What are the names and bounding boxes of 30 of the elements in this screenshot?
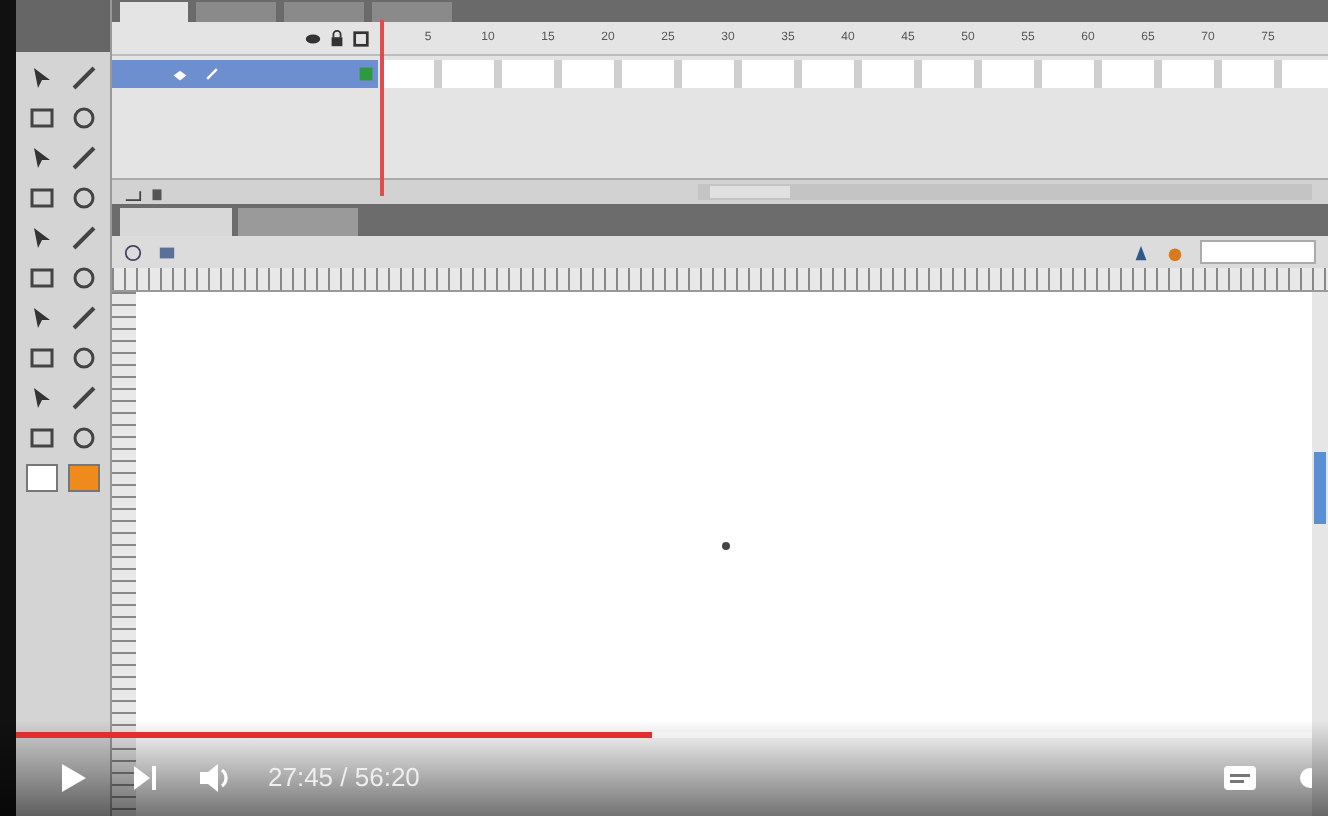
pencil-icon [204,66,220,82]
tool-icon[interactable] [28,344,57,372]
scrollbar[interactable] [1312,292,1328,816]
tool-icon[interactable] [69,304,98,332]
eye-icon[interactable] [304,29,322,47]
tool-icon[interactable] [28,424,57,452]
registration-point [722,542,730,550]
outline-icon[interactable] [352,29,370,47]
tool-icon[interactable] [69,104,98,132]
tool-icon[interactable] [69,184,98,212]
tool-icon[interactable] [69,144,98,172]
video-time: 27:45 / 56:20 [268,762,420,792]
tool-icon[interactable] [28,104,57,132]
tool-icon[interactable] [28,264,57,292]
lock-icon[interactable] [328,29,346,47]
scrollbar[interactable] [698,184,1312,200]
tool-icon[interactable] [28,184,57,212]
tool-icon[interactable] [69,264,98,292]
tool-icon[interactable] [69,224,98,252]
progress-bar[interactable] [16,732,1312,738]
trash-icon[interactable] [148,183,166,201]
fill-color-swatch[interactable] [67,464,100,492]
layer-color-icon [358,66,374,82]
layer-icon [172,66,188,82]
tool-icon[interactable] [69,424,98,452]
tool-icon[interactable] [69,344,98,372]
stroke-color-swatch[interactable] [26,464,59,492]
tool-icon[interactable] [69,384,98,412]
zoom-field[interactable] [1200,240,1316,264]
tool-icon[interactable] [69,64,98,92]
